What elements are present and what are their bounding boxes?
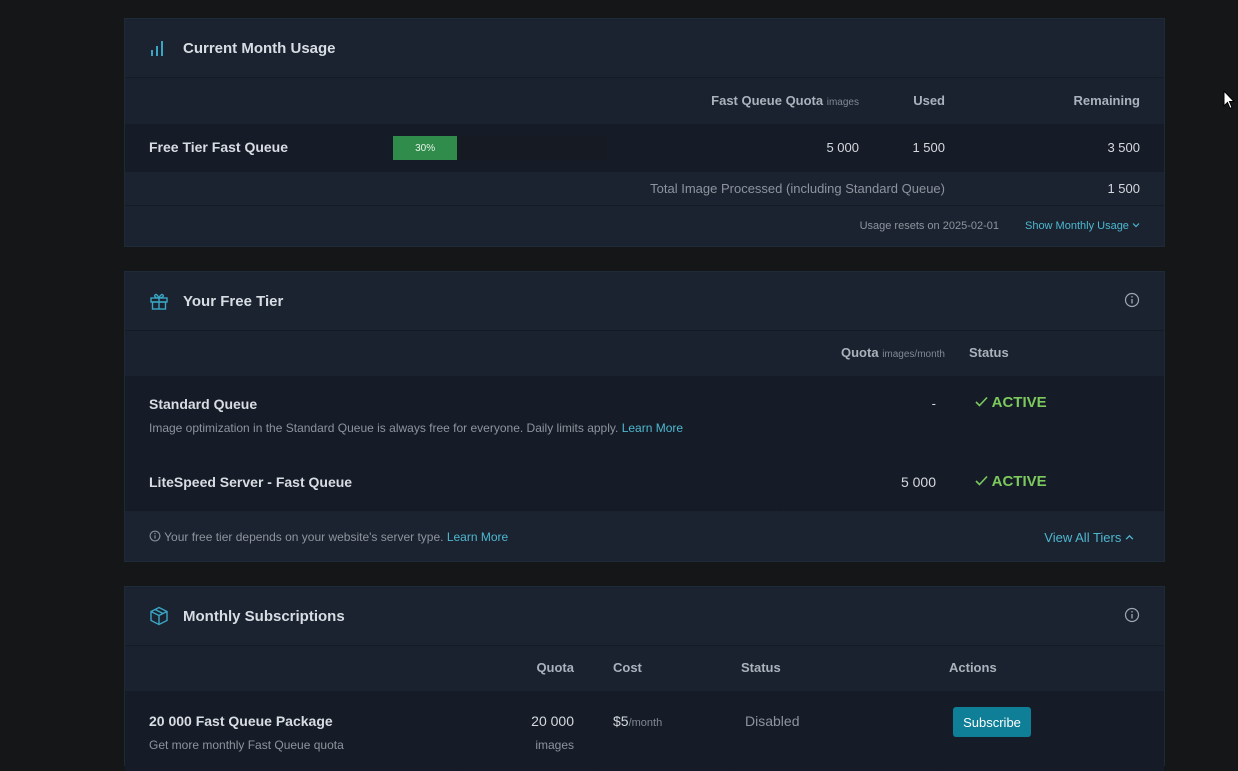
used-value: 1 500 <box>912 140 945 155</box>
free-tier-header: Your Free Tier <box>125 272 1164 331</box>
show-monthly-usage-link[interactable]: Show Monthly Usage <box>1025 220 1140 232</box>
reset-text: Usage resets on 2025-02-01 <box>859 220 999 232</box>
package-status: Disabled <box>745 713 800 729</box>
free-tier-footer: Your free tier depends on your website's… <box>125 511 1164 563</box>
fast-queue-tier-status: ACTIVE <box>975 473 1047 490</box>
check-icon <box>975 394 988 411</box>
actions-column-header: Actions <box>949 660 997 675</box>
usage-panel: Current Month Usage Fast Queue Quota ima… <box>124 18 1165 247</box>
check-icon <box>975 473 988 490</box>
standard-queue-name: Standard Queue <box>149 396 258 412</box>
info-icon <box>149 530 161 544</box>
standard-queue-status: ACTIVE <box>975 394 1047 411</box>
total-label: Total Image Processed (including Standar… <box>650 181 945 196</box>
package-cost: $5/month <box>613 713 663 729</box>
bar-chart-icon <box>149 38 169 58</box>
package-description: Get more monthly Fast Queue quota <box>149 738 344 752</box>
standard-queue-description: Image optimization in the Standard Queue… <box>149 421 684 435</box>
box-icon <box>149 606 169 626</box>
remaining-column-header: Remaining <box>1073 93 1140 108</box>
info-icon[interactable] <box>1124 607 1140 623</box>
quota-value: 5 000 <box>826 140 859 155</box>
usage-header: Current Month Usage <box>125 19 1164 78</box>
learn-more-link[interactable]: Learn More <box>622 421 683 435</box>
free-tier-column-header: Quota images/month Status <box>125 331 1164 376</box>
free-tier-panel: Your Free Tier Quota images/month Status… <box>124 271 1165 562</box>
mouse-cursor-icon <box>1223 89 1236 115</box>
gift-icon <box>149 291 169 311</box>
fast-queue-tier-row: LiteSpeed Server - Fast Queue 5 000 ACTI… <box>125 455 1164 511</box>
progress-bar: 30% <box>393 136 607 160</box>
info-icon[interactable] <box>1124 292 1140 308</box>
quota-column-header: Fast Queue Quota images <box>711 93 859 108</box>
chevron-down-icon <box>1132 220 1140 232</box>
total-value: 1 500 <box>1107 181 1140 196</box>
free-tier-footer-text: Your free tier depends on your website's… <box>149 530 508 544</box>
subscription-row: 20 000 Fast Queue Package Get more month… <box>125 691 1164 771</box>
usage-footer: Usage resets on 2025-02-01 Show Monthly … <box>125 206 1164 246</box>
learn-more-link[interactable]: Learn More <box>447 530 508 544</box>
standard-queue-quota: - <box>931 396 936 411</box>
subscribe-button[interactable]: Subscribe <box>953 707 1031 737</box>
fast-queue-label: Free Tier Fast Queue <box>149 139 289 155</box>
progress-label: 30% <box>415 142 436 154</box>
subscriptions-title: Monthly Subscriptions <box>183 607 345 625</box>
package-quota-unit: images <box>535 738 574 752</box>
quota-column-header: Quota images/month <box>841 345 945 360</box>
subscriptions-column-header: Quota Cost Status Actions <box>125 646 1164 691</box>
subscriptions-panel: Monthly Subscriptions Quota Cost Status … <box>124 586 1165 771</box>
usage-title: Current Month Usage <box>183 39 336 57</box>
package-name: 20 000 Fast Queue Package <box>149 713 333 729</box>
free-tier-title: Your Free Tier <box>183 292 284 310</box>
view-all-tiers-link[interactable]: View All Tiers <box>1044 530 1134 545</box>
package-quota: 20 000 <box>531 713 574 729</box>
used-column-header: Used <box>913 93 945 108</box>
total-row: Total Image Processed (including Standar… <box>125 172 1164 206</box>
fast-queue-tier-name: LiteSpeed Server - Fast Queue <box>149 474 353 490</box>
cost-column-header: Cost <box>613 660 642 675</box>
quota-column-header: Quota <box>536 660 574 675</box>
remaining-value: 3 500 <box>1107 140 1140 155</box>
fast-queue-row: Free Tier Fast Queue 30% 5 000 1 500 3 5… <box>125 124 1164 172</box>
status-column-header: Status <box>741 660 781 675</box>
usage-column-header: Fast Queue Quota images Used Remaining <box>125 78 1164 124</box>
fast-queue-tier-quota: 5 000 <box>900 474 936 490</box>
status-column-header: Status <box>969 345 1009 360</box>
standard-queue-row: Standard Queue Image optimization in the… <box>125 376 1164 455</box>
chevron-up-icon <box>1125 530 1134 545</box>
subscriptions-header: Monthly Subscriptions <box>125 587 1164 646</box>
progress-fill: 30% <box>393 136 458 160</box>
